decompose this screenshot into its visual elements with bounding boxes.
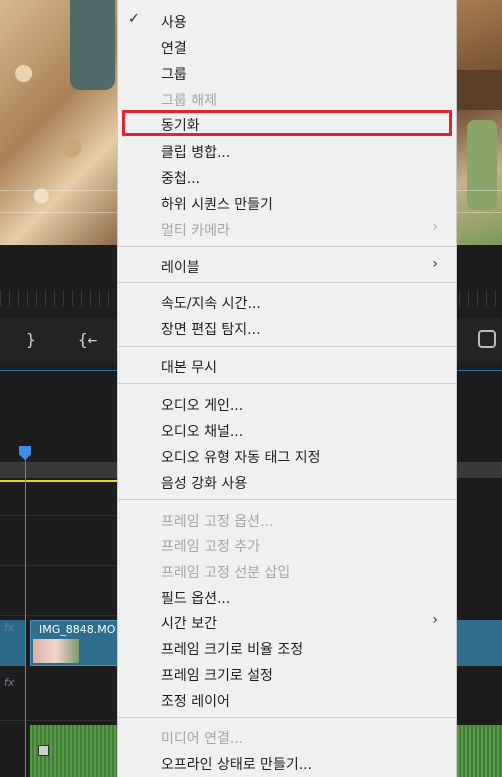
menu-item-label: 프레임 고정 옵션... xyxy=(161,514,274,530)
menu-item-nest[interactable]: 중첩... xyxy=(118,163,456,189)
fx-badge: fx xyxy=(4,676,15,689)
menu-item-make-subsequence[interactable]: 하위 시퀀스 만들기 xyxy=(118,189,456,215)
preview-object xyxy=(70,0,115,90)
menu-separator xyxy=(118,717,456,718)
menu-item-adjustment-layer[interactable]: 조정 레이어 xyxy=(118,686,456,712)
menu-item-link[interactable]: 연결 xyxy=(118,33,456,59)
menu-item-label: 그룹 해제 xyxy=(161,93,217,109)
mark-out-icon[interactable]: } xyxy=(26,330,36,349)
fx-badge: fx xyxy=(4,621,15,634)
menu-separator xyxy=(118,383,456,384)
settings-icon[interactable] xyxy=(478,330,496,348)
menu-item-link-media: 미디어 연결... xyxy=(118,723,456,749)
chevron-right-icon: › xyxy=(432,219,438,235)
timeline-clip[interactable]: IMG_8848.MO xyxy=(30,620,118,666)
menu-item-insert-frame-hold-segment: 프레임 고정 선분 삽입 xyxy=(118,557,456,583)
clip-thumbnail xyxy=(33,639,79,663)
chevron-right-icon: › xyxy=(432,256,438,272)
menu-item-label: 조정 레이어 xyxy=(161,694,230,710)
menu-item-label: 프레임 고정 추가 xyxy=(161,539,261,555)
menu-item-label: 하위 시퀀스 만들기 xyxy=(161,197,273,213)
menu-item-label: 장면 편집 탐지... xyxy=(161,322,261,338)
context-menu: ✓ 사용 연결 그룹 그룹 해제 동기화 클립 병합... 중첩... 하위 시… xyxy=(117,0,457,777)
track-divider xyxy=(0,565,118,566)
menu-item-label: 사용 xyxy=(161,15,187,31)
menu-item-add-frame-hold: 프레임 고정 추가 xyxy=(118,531,456,557)
program-monitor-preview-right xyxy=(457,0,502,245)
menu-item-audio-channels[interactable]: 오디오 채널... xyxy=(118,416,456,442)
menu-item-label: 음성 강화 사용 xyxy=(161,476,248,492)
audio-clip-icon xyxy=(38,745,49,756)
menu-separator xyxy=(118,246,456,247)
menu-item-group[interactable]: 그룹 xyxy=(118,59,456,85)
menu-item-label: 미디어 연결... xyxy=(161,731,244,747)
track-divider xyxy=(0,615,118,616)
menu-item-label: 오디오 게인... xyxy=(161,398,244,414)
timeline-clip[interactable] xyxy=(457,620,502,666)
menu-item-label: 동기화 xyxy=(161,118,200,134)
menu-item-auto-tag-audio-type[interactable]: 오디오 유형 자동 태그 지정 xyxy=(118,442,456,468)
menu-item-make-offline[interactable]: 오프라인 상태로 만들기... xyxy=(118,749,456,775)
preview-object xyxy=(467,120,497,210)
menu-item-label: 대본 무시 xyxy=(161,360,217,376)
menu-item-label: 레이블 xyxy=(161,260,200,276)
menu-item-field-options[interactable]: 필드 옵션... xyxy=(118,583,456,609)
menu-item-label: 그룹 xyxy=(161,67,187,83)
work-area-bar[interactable] xyxy=(0,480,118,482)
menu-item-set-to-frame-size[interactable]: 프레임 크기로 설정 xyxy=(118,660,456,686)
go-to-in-icon[interactable]: {← xyxy=(78,330,97,349)
menu-item-label: 시간 보간 xyxy=(161,616,217,632)
menu-item-label-submenu[interactable]: 레이블 › xyxy=(118,252,456,278)
program-monitor-preview-left xyxy=(0,0,118,245)
checkmark-icon: ✓ xyxy=(128,11,140,27)
menu-item-label: 클립 병합... xyxy=(161,145,231,161)
menu-item-label: 속도/지속 시간... xyxy=(161,296,261,312)
menu-separator xyxy=(118,282,456,283)
menu-item-merge-clips[interactable]: 클립 병합... xyxy=(118,137,456,163)
menu-item-speed-duration[interactable]: 속도/지속 시간... xyxy=(118,288,456,314)
menu-item-label: 필드 옵션... xyxy=(161,591,231,607)
menu-item-label: 오프라인 상태로 만들기... xyxy=(161,757,313,773)
menu-item-audio-gain[interactable]: 오디오 게인... xyxy=(118,390,456,416)
menu-item-ignore-script[interactable]: 대본 무시 xyxy=(118,352,456,378)
menu-item-label: 중첩... xyxy=(161,171,201,187)
track-divider xyxy=(0,515,118,516)
menu-item-ungroup: 그룹 해제 xyxy=(118,85,456,111)
menu-item-label: 오디오 유형 자동 태그 지정 xyxy=(161,450,321,466)
menu-item-label: 프레임 크기로 비율 조정 xyxy=(161,642,304,658)
menu-item-label: 연결 xyxy=(161,41,187,57)
menu-item-time-interpolation[interactable]: 시간 보간 › xyxy=(118,608,456,634)
menu-item-scene-edit-detection[interactable]: 장면 편집 탐지... xyxy=(118,314,456,340)
menu-separator xyxy=(118,346,456,347)
menu-item-multi-camera: 멀티 카메라 › xyxy=(118,215,456,241)
menu-item-enable[interactable]: ✓ 사용 xyxy=(118,7,456,33)
chevron-right-icon: › xyxy=(432,612,438,628)
menu-item-frame-hold-options: 프레임 고정 옵션... xyxy=(118,506,456,532)
audio-clip[interactable] xyxy=(457,725,502,777)
playhead-line xyxy=(25,458,26,777)
menu-item-label: 멀티 카메라 xyxy=(161,223,230,239)
menu-item-synchronize[interactable]: 동기화 xyxy=(122,110,452,136)
menu-item-label: 오디오 채널... xyxy=(161,424,244,440)
track-divider xyxy=(0,720,118,721)
menu-item-enhance-speech[interactable]: 음성 강화 사용 xyxy=(118,468,456,494)
menu-separator xyxy=(118,499,456,500)
preview-object xyxy=(457,70,502,110)
menu-item-scale-to-frame-size[interactable]: 프레임 크기로 비율 조정 xyxy=(118,634,456,660)
menu-item-label: 프레임 크기로 설정 xyxy=(161,668,273,684)
clip-name: IMG_8848.MO xyxy=(39,623,116,636)
menu-item-label: 프레임 고정 선분 삽입 xyxy=(161,565,291,581)
